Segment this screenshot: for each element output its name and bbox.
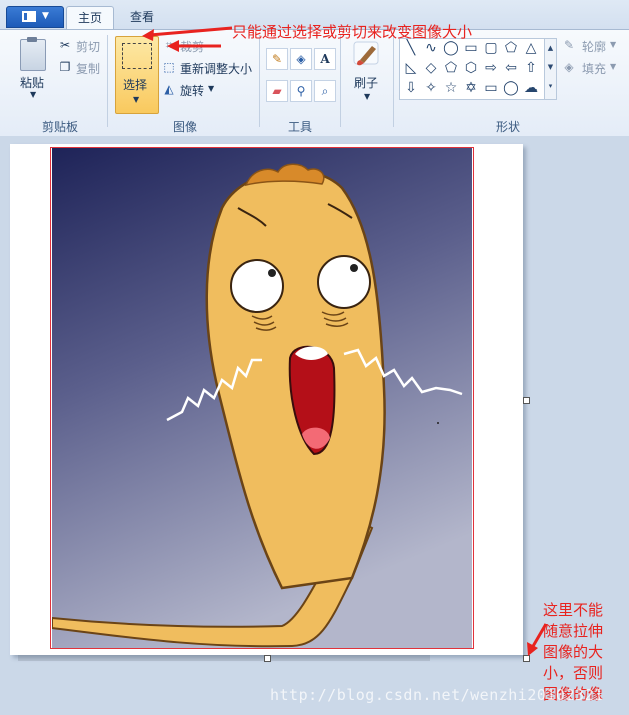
eraser-icon[interactable]: ▰ (266, 80, 288, 102)
cloud-callout-shape-icon[interactable]: ☁ (522, 79, 540, 97)
outline-button[interactable]: 轮廓 (582, 38, 606, 55)
paste-button[interactable]: 粘贴 (20, 74, 44, 91)
outline-icon: ✎ (563, 38, 575, 52)
menu-icon (22, 11, 36, 22)
right-triangle-shape-icon[interactable]: ◺ (402, 59, 420, 77)
triangle-shape-icon[interactable]: △ (522, 39, 540, 57)
shapes-gallery: ╲ ∿ ◯ ▭ ▢ ⬠ △ ◺ ◇ ⬠ ⬡ ⇨ ⇦ ⇧ ⇩ ✧ ☆ ✡ ▭ ◯ … (399, 38, 547, 100)
canvas-shadow-strip (18, 655, 430, 661)
clipboard-icon[interactable] (20, 37, 46, 71)
chevron-down-icon[interactable]: ▼ (610, 62, 616, 71)
left-arrow-shape-icon[interactable]: ⇦ (502, 59, 520, 77)
annotation-line: 图像的大 (543, 643, 604, 661)
fill-button[interactable]: 填充 (582, 60, 606, 77)
divider (393, 35, 394, 127)
brush-button[interactable]: 刷子 (354, 74, 378, 91)
rect-callout-shape-icon[interactable]: ▭ (482, 79, 500, 97)
shapes-scrollbar[interactable]: ▲ ▼ ▾ (544, 38, 557, 100)
annotation-text-top: 只能通过选择或剪切来改变图像大小 (232, 23, 473, 41)
selection-rectangle[interactable] (50, 147, 474, 649)
chevron-down-icon[interactable]: ▼ (208, 84, 214, 93)
resize-handle-right[interactable] (523, 397, 530, 404)
chevron-down-icon[interactable]: ▼ (610, 40, 616, 49)
resize-button[interactable]: 重新调整大小 (180, 60, 252, 77)
select-label: 选择 (123, 78, 148, 92)
polygon-shape-icon[interactable]: ⬠ (502, 39, 520, 57)
brush-icon[interactable] (352, 40, 382, 68)
right-arrow-shape-icon[interactable]: ⇨ (482, 59, 500, 77)
scissors-icon: ✂ (59, 38, 71, 52)
tools-group-label: 工具 (287, 120, 312, 134)
divider (340, 35, 341, 127)
annotation-arrow-crop (167, 40, 221, 52)
chevron-down-icon[interactable]: ▼ (30, 90, 36, 99)
text-icon[interactable]: A (314, 48, 336, 70)
fill-icon[interactable]: ◈ (290, 48, 312, 70)
annotation-line: 随意拉伸 (543, 622, 604, 640)
image-group-label: 图像 (172, 120, 197, 134)
copy-button[interactable]: 复制 (76, 60, 100, 77)
resize-icon: ⬚ (163, 60, 175, 74)
up-arrow-shape-icon[interactable]: ⇧ (522, 59, 540, 77)
pencil-icon[interactable]: ✎ (266, 48, 288, 70)
app-menu-button[interactable]: ▼ (6, 6, 64, 28)
divider (259, 35, 260, 127)
copy-icon: ❐ (59, 60, 71, 74)
fill-bucket-icon: ◈ (564, 60, 574, 74)
resize-handle-bottom[interactable] (264, 655, 271, 662)
rounded-rectangle-shape-icon[interactable]: ▢ (482, 39, 500, 57)
clipboard-group-label: 剪贴板 (41, 120, 78, 134)
diamond-shape-icon[interactable]: ◇ (422, 59, 440, 77)
hexagon-shape-icon[interactable]: ⬡ (462, 59, 480, 77)
cut-button[interactable]: 剪切 (76, 38, 100, 55)
down-arrow-shape-icon[interactable]: ⇩ (402, 79, 420, 97)
watermark: http://blog.csdn.net/wenzhi20102321 (270, 686, 604, 704)
chevron-down-icon: ▼ (42, 11, 49, 21)
chevron-down-icon[interactable]: ▼ (364, 92, 370, 101)
shapes-group-label: 形状 (495, 120, 520, 134)
annotation-line: 这里不能 (543, 601, 604, 619)
annotation-line: 小，否则 (543, 664, 604, 682)
four-point-star-shape-icon[interactable]: ✧ (422, 79, 440, 97)
six-point-star-shape-icon[interactable]: ✡ (462, 79, 480, 97)
magnifier-icon[interactable]: ⌕ (314, 80, 336, 102)
pentagon-shape-icon[interactable]: ⬠ (442, 59, 460, 77)
color-picker-icon[interactable]: ⚲ (290, 80, 312, 102)
rotate-button[interactable]: 旋转 (180, 82, 204, 99)
divider (107, 35, 108, 127)
tab-home[interactable]: 主页 (66, 6, 114, 30)
oval-callout-shape-icon[interactable]: ◯ (502, 79, 520, 97)
five-point-star-shape-icon[interactable]: ☆ (442, 79, 460, 97)
chevron-down-icon: ▼ (133, 95, 140, 104)
rotate-icon: ◭ (164, 82, 174, 96)
